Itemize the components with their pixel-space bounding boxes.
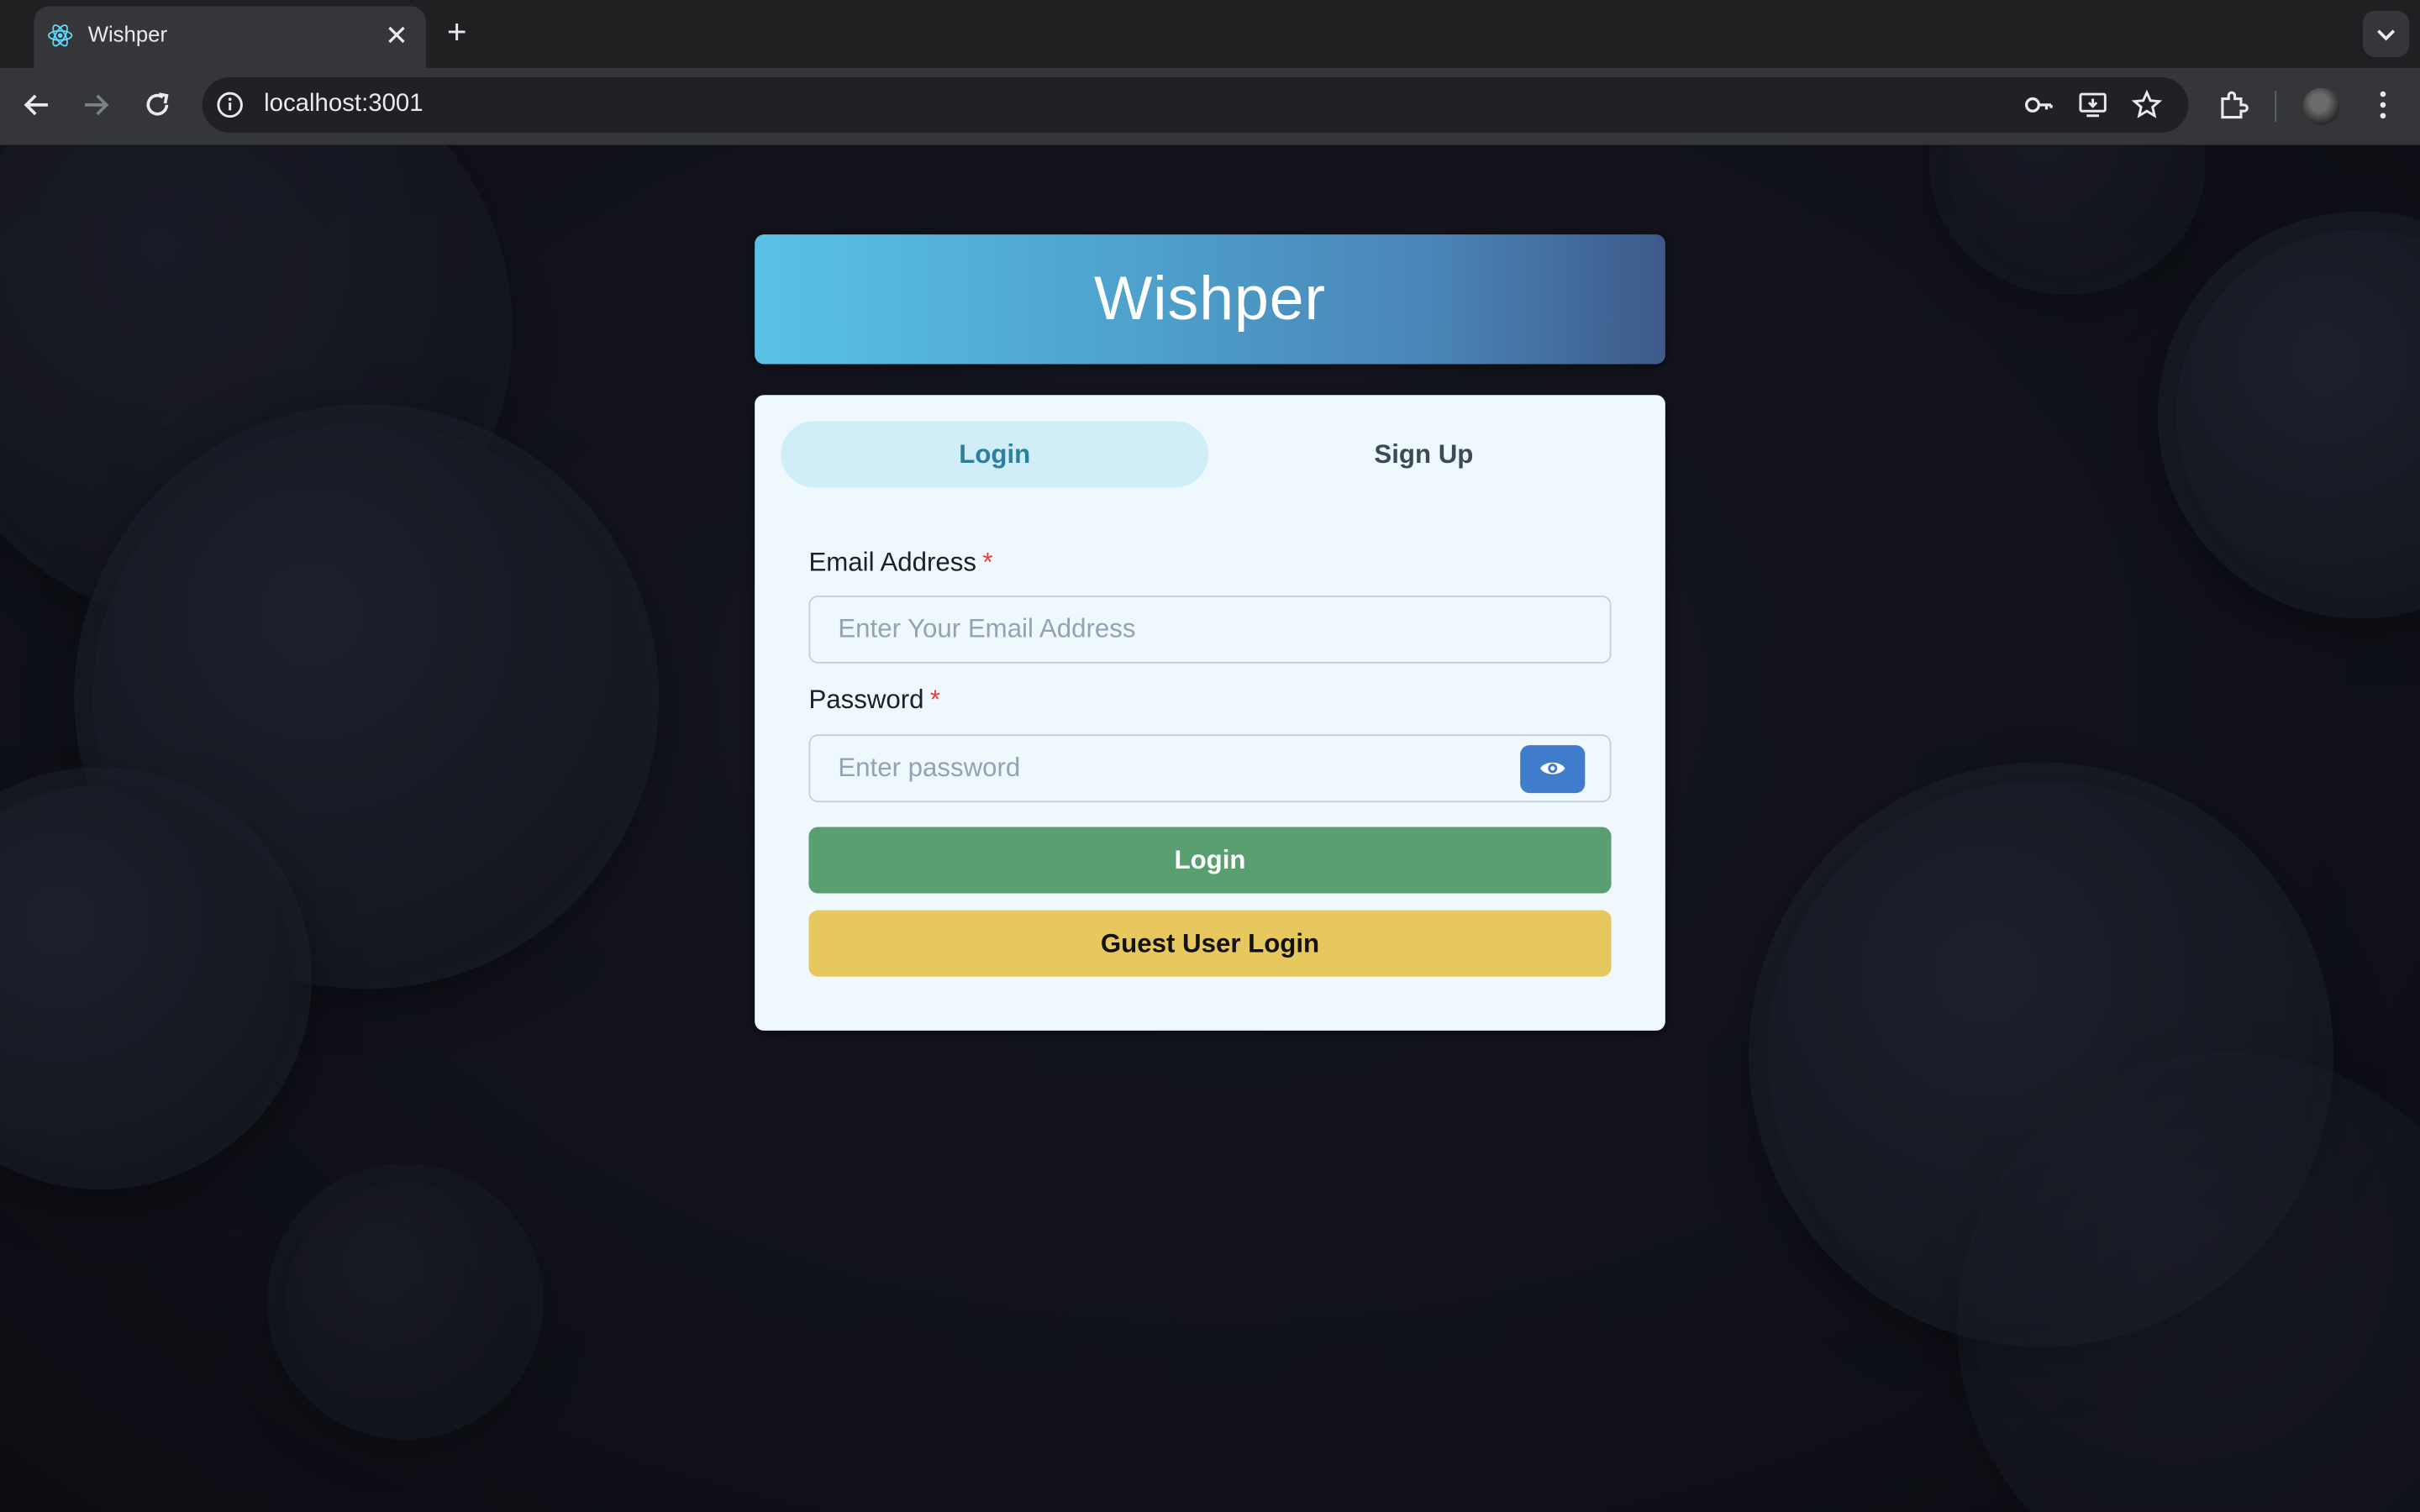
forward-icon[interactable] — [74, 83, 117, 126]
extensions-icon[interactable] — [2215, 87, 2252, 123]
email-label: Email Address * — [808, 548, 992, 579]
toolbar-divider — [2275, 91, 2277, 123]
login-button[interactable]: Login — [808, 827, 1612, 894]
browser-tab[interactable]: Wishper ✕ — [34, 6, 426, 68]
new-tab-icon[interactable]: + — [437, 13, 477, 53]
menu-dots-icon[interactable] — [2365, 87, 2402, 123]
tab-login[interactable]: Login — [781, 421, 1209, 488]
email-placeholder: Enter Your Email Address — [838, 614, 1136, 643]
password-label-text: Password — [808, 685, 924, 715]
required-marker: * — [929, 685, 941, 715]
back-icon[interactable] — [15, 83, 58, 126]
tab-strip: Wishper ✕ + — [0, 0, 2420, 68]
url-text[interactable]: localhost:3001 — [264, 91, 424, 118]
address-bar[interactable]: localhost:3001 — [202, 76, 2189, 133]
show-password-button[interactable] — [1520, 745, 1586, 794]
password-key-icon[interactable] — [2022, 88, 2055, 122]
password-placeholder: Enter password — [838, 753, 1021, 783]
site-info-icon[interactable] — [214, 90, 245, 121]
tab-signup[interactable]: Sign Up — [1210, 421, 1638, 487]
required-marker: * — [982, 548, 993, 577]
profile-avatar[interactable] — [2302, 87, 2340, 125]
background-bubble — [285, 1181, 525, 1421]
browser-toolbar: localhost:3001 — [0, 67, 2420, 145]
bookmark-star-icon[interactable] — [2130, 88, 2164, 122]
guest-login-button[interactable]: Guest User Login — [808, 910, 1612, 977]
react-favicon-icon — [47, 24, 73, 47]
background-bubble — [1947, 144, 2187, 276]
auth-card: Login Sign Up Email Address * Enter Your … — [755, 395, 1665, 1031]
password-input[interactable]: Enter password — [808, 734, 1612, 803]
password-label: Password * — [808, 685, 940, 717]
email-input[interactable]: Enter Your Email Address — [808, 595, 1612, 664]
close-tab-icon[interactable]: ✕ — [380, 18, 413, 52]
install-app-icon[interactable] — [2075, 88, 2109, 122]
app-header: Wishper — [755, 234, 1665, 365]
tab-search-icon[interactable] — [2363, 10, 2410, 57]
browser-window: Wishper ✕ + localhost:3001 Wishper Login… — [0, 0, 2420, 1512]
eye-icon — [1540, 762, 1565, 774]
background-bubble — [2175, 229, 2420, 601]
email-label-text: Email Address — [808, 548, 977, 577]
app-title: Wishper — [1094, 265, 1326, 333]
tab-title: Wishper — [87, 21, 168, 47]
reload-icon[interactable] — [136, 83, 179, 126]
